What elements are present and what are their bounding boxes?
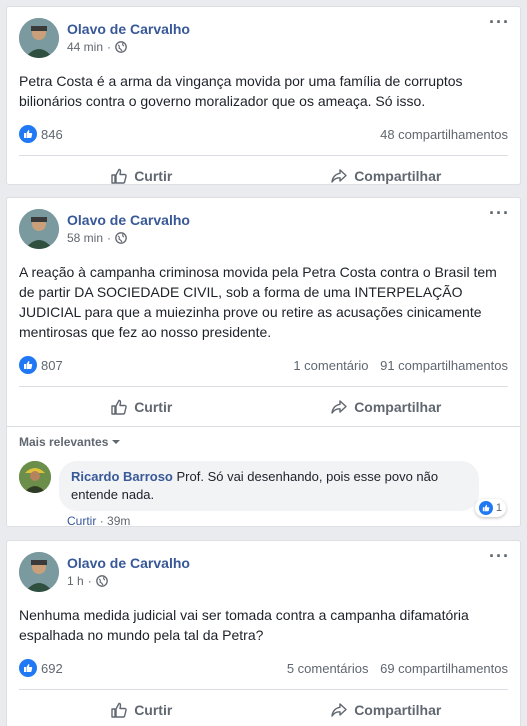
post-author[interactable]: Olavo de Carvalho <box>67 212 190 228</box>
like-reaction-icon <box>19 659 37 677</box>
post-2: Olavo de Carvalho 58 min · ··· A reação … <box>6 197 521 528</box>
more-options-icon[interactable]: ··· <box>489 547 510 565</box>
thumbs-up-icon <box>111 399 127 415</box>
like-button[interactable]: Curtir <box>19 156 264 195</box>
share-arrow-icon <box>331 399 347 414</box>
post-time[interactable]: 44 min <box>67 40 103 54</box>
like-reaction-icon <box>19 125 37 143</box>
more-options-icon[interactable]: ··· <box>489 13 510 31</box>
avatar[interactable] <box>19 209 59 249</box>
post-actions: Curtir Compartilhar <box>19 689 508 726</box>
share-label: Compartilhar <box>354 701 442 718</box>
post-1: Olavo de Carvalho 44 min · ··· Petra Cos… <box>6 6 521 185</box>
share-label: Compartilhar <box>354 398 442 415</box>
thumbs-up-icon <box>111 168 127 184</box>
globe-icon <box>115 232 127 244</box>
post-header: Olavo de Carvalho 44 min · ··· <box>7 7 520 63</box>
post-meta: 1 h · <box>67 574 108 588</box>
like-count: 807 <box>41 357 63 373</box>
like-summary[interactable]: 846 <box>19 125 63 143</box>
engagement-stats: 48 compartilhamentos <box>380 127 508 142</box>
comment-count[interactable]: 5 comentários <box>287 661 369 676</box>
share-button[interactable]: Compartilhar <box>264 156 509 195</box>
like-label: Curtir <box>134 701 173 718</box>
post-meta: 58 min · <box>67 231 127 245</box>
comment-sort-dropdown[interactable]: Mais relevantes <box>19 435 508 449</box>
globe-icon <box>95 575 108 587</box>
post-text: Nenhuma medida judicial vai ser tomada c… <box>19 607 469 643</box>
like-button[interactable]: Curtir <box>19 690 264 726</box>
reactions-bar: 846 48 compartilhamentos <box>19 117 508 151</box>
like-summary[interactable]: 807 <box>19 356 63 374</box>
post-text: A reação à campanha criminosa movida pel… <box>19 264 497 340</box>
meta-separator: · <box>107 231 112 245</box>
more-options-icon[interactable]: ··· <box>489 204 510 222</box>
like-count: 692 <box>41 660 63 676</box>
like-count: 846 <box>41 126 63 142</box>
reactions-bar: 692 5 comentários 69 compartilhamentos <box>19 651 508 685</box>
post-time[interactable]: 58 min <box>67 231 103 245</box>
meta-separator: · <box>99 514 104 528</box>
comment-bubble: Ricardo Barroso Prof. Só vai desenhando,… <box>59 461 479 511</box>
share-arrow-icon <box>331 702 347 717</box>
commenter-avatar[interactable] <box>19 461 51 493</box>
share-arrow-icon <box>331 168 347 183</box>
reactions-bar: 807 1 comentário 91 compartilhamentos <box>19 348 508 382</box>
share-count[interactable]: 91 compartilhamentos <box>380 358 508 373</box>
comment-like-count: 1 <box>495 502 502 514</box>
share-button[interactable]: Compartilhar <box>264 387 509 426</box>
like-reaction-icon <box>478 501 493 515</box>
thumbs-up-icon <box>111 702 127 718</box>
caret-down-icon <box>112 440 121 444</box>
post-actions: Curtir Compartilhar <box>19 155 508 195</box>
comment-count[interactable]: 1 comentário <box>293 358 368 373</box>
engagement-stats: 5 comentários 69 compartilhamentos <box>287 661 508 676</box>
meta-separator: · <box>87 574 92 588</box>
post-header: Olavo de Carvalho 1 h · ··· <box>7 541 520 597</box>
engagement-stats: 1 comentário 91 compartilhamentos <box>293 358 508 373</box>
globe-icon <box>115 41 127 53</box>
comment-time[interactable]: 39m <box>107 514 130 528</box>
avatar[interactable] <box>19 18 59 58</box>
meta-separator: · <box>107 40 112 54</box>
like-label: Curtir <box>134 398 173 415</box>
share-label: Compartilhar <box>354 167 442 184</box>
post-author[interactable]: Olavo de Carvalho <box>67 555 190 571</box>
comment: Ricardo Barroso Prof. Só vai desenhando,… <box>19 461 508 517</box>
post-time[interactable]: 1 h <box>67 574 84 588</box>
comments-section: Mais relevantes Ricardo Barroso Prof. Só… <box>7 426 520 538</box>
post-3: Olavo de Carvalho 1 h · ··· Nenhuma medi… <box>6 540 521 726</box>
comment-sort-label: Mais relevantes <box>19 435 109 449</box>
post-header: Olavo de Carvalho 58 min · ··· <box>7 198 520 254</box>
like-label: Curtir <box>134 167 173 184</box>
like-reaction-icon <box>19 356 37 374</box>
post-text: Petra Costa é a arma da vingança movida … <box>19 73 463 109</box>
share-count[interactable]: 69 compartilhamentos <box>380 661 508 676</box>
post-meta: 44 min · <box>67 40 127 54</box>
comment-author[interactable]: Ricardo Barroso <box>71 469 173 484</box>
avatar[interactable] <box>19 552 59 592</box>
comment-like-link[interactable]: Curtir <box>67 514 96 528</box>
share-count[interactable]: 48 compartilhamentos <box>380 127 508 142</box>
comment-reaction-badge[interactable]: 1 <box>474 499 506 517</box>
post-actions: Curtir Compartilhar <box>19 386 508 426</box>
like-summary[interactable]: 692 <box>19 659 63 677</box>
share-button[interactable]: Compartilhar <box>264 690 509 726</box>
like-button[interactable]: Curtir <box>19 387 264 426</box>
post-author[interactable]: Olavo de Carvalho <box>67 21 190 37</box>
comment-actions: Curtir · 39m <box>67 514 508 528</box>
